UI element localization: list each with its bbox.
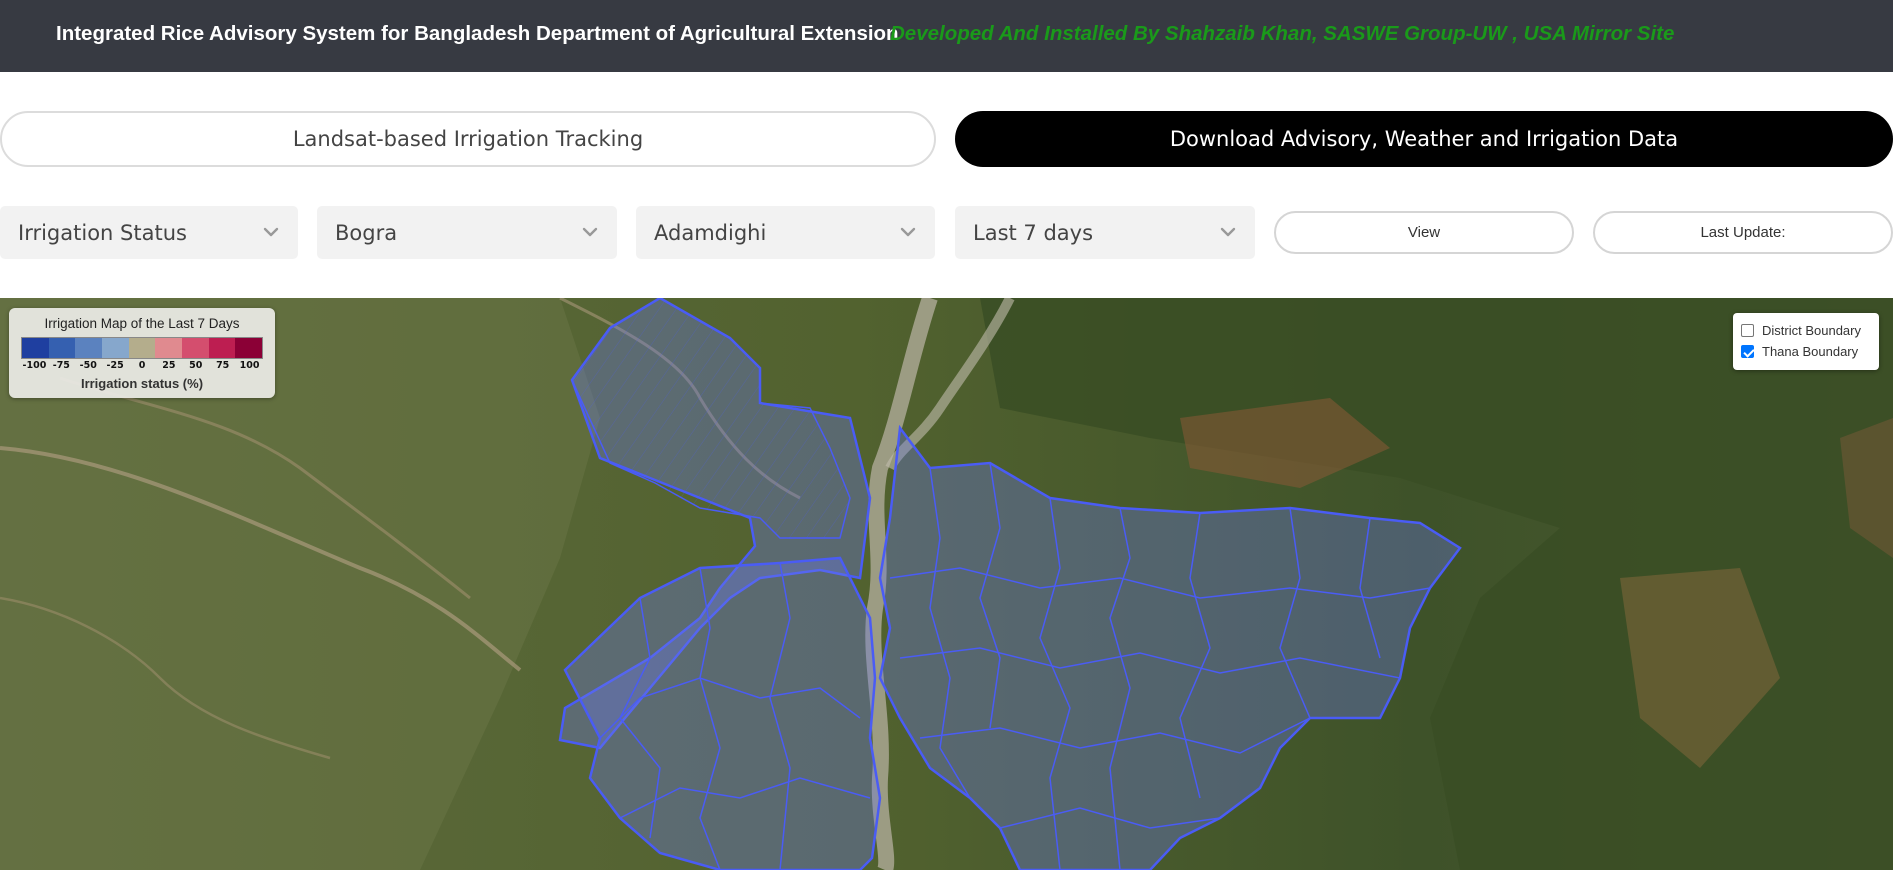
legend-tick: -50 xyxy=(79,360,97,371)
download-data-tab[interactable]: Download Advisory, Weather and Irrigatio… xyxy=(955,111,1893,167)
legend-title: Irrigation Map of the Last 7 Days xyxy=(44,316,240,331)
layer-control: District Boundary Thana Boundary xyxy=(1733,313,1879,370)
parameter-select-value: Irrigation Status xyxy=(18,220,187,245)
thana-boundary-checkbox[interactable] xyxy=(1741,345,1754,358)
legend-swatch xyxy=(208,338,236,358)
legend-unit: Irrigation status (%) xyxy=(80,376,204,391)
district-boundary-label: District Boundary xyxy=(1762,323,1861,338)
parameter-select[interactable]: Irrigation Status xyxy=(0,206,298,259)
district-select-value: Bogra xyxy=(335,220,398,245)
period-select[interactable]: Last 7 days xyxy=(955,206,1255,259)
legend-swatch xyxy=(182,338,209,358)
district-boundary-toggle[interactable]: District Boundary xyxy=(1741,320,1871,341)
district-boundary-checkbox[interactable] xyxy=(1741,324,1754,337)
chevron-down-icon xyxy=(900,227,916,237)
last-update-button[interactable]: Last Update: xyxy=(1593,211,1893,254)
legend-swatch xyxy=(22,338,49,358)
irrigation-tracking-tab[interactable]: Landsat-based Irrigation Tracking xyxy=(0,111,936,167)
legend-swatch xyxy=(102,338,129,358)
thana-select[interactable]: Adamdighi xyxy=(636,206,935,259)
legend-tick: 100 xyxy=(239,360,260,371)
chevron-down-icon xyxy=(582,227,598,237)
chevron-down-icon xyxy=(1220,227,1236,237)
satellite-map[interactable]: Irrigation Map of the Last 7 Days -100 -… xyxy=(0,298,1893,870)
district-select[interactable]: Bogra xyxy=(317,206,617,259)
legend-tick: 50 xyxy=(189,360,203,371)
legend-swatch xyxy=(235,338,263,358)
legend-tick: -100 xyxy=(22,360,47,371)
legend-swatch xyxy=(128,338,156,358)
period-select-value: Last 7 days xyxy=(973,220,1094,245)
legend-color-bar xyxy=(21,337,263,359)
irrigation-legend: Irrigation Map of the Last 7 Days -100 -… xyxy=(9,308,275,398)
satellite-imagery xyxy=(0,298,1893,870)
developer-credit-link[interactable]: Developed And Installed By Shahzaib Khan… xyxy=(890,22,1674,46)
legend-ticks: -100 -75 -50 -25 0 25 50 75 100 xyxy=(21,360,263,371)
app-title: Integrated Rice Advisory System for Bang… xyxy=(56,22,899,45)
legend-swatch xyxy=(75,338,103,358)
view-button[interactable]: View xyxy=(1274,211,1574,254)
legend-tick: 25 xyxy=(162,360,176,371)
legend-swatch xyxy=(155,338,183,358)
thana-select-value: Adamdighi xyxy=(654,220,767,245)
thana-boundary-toggle[interactable]: Thana Boundary xyxy=(1741,341,1871,362)
app-header: Integrated Rice Advisory System for Bang… xyxy=(0,0,1893,72)
thana-boundary-label: Thana Boundary xyxy=(1762,344,1859,359)
legend-tick: 75 xyxy=(216,360,230,371)
legend-tick: -25 xyxy=(106,360,124,371)
chevron-down-icon xyxy=(263,227,279,237)
legend-swatch xyxy=(48,338,76,358)
legend-tick: 0 xyxy=(138,360,146,371)
legend-tick: -75 xyxy=(52,360,70,371)
